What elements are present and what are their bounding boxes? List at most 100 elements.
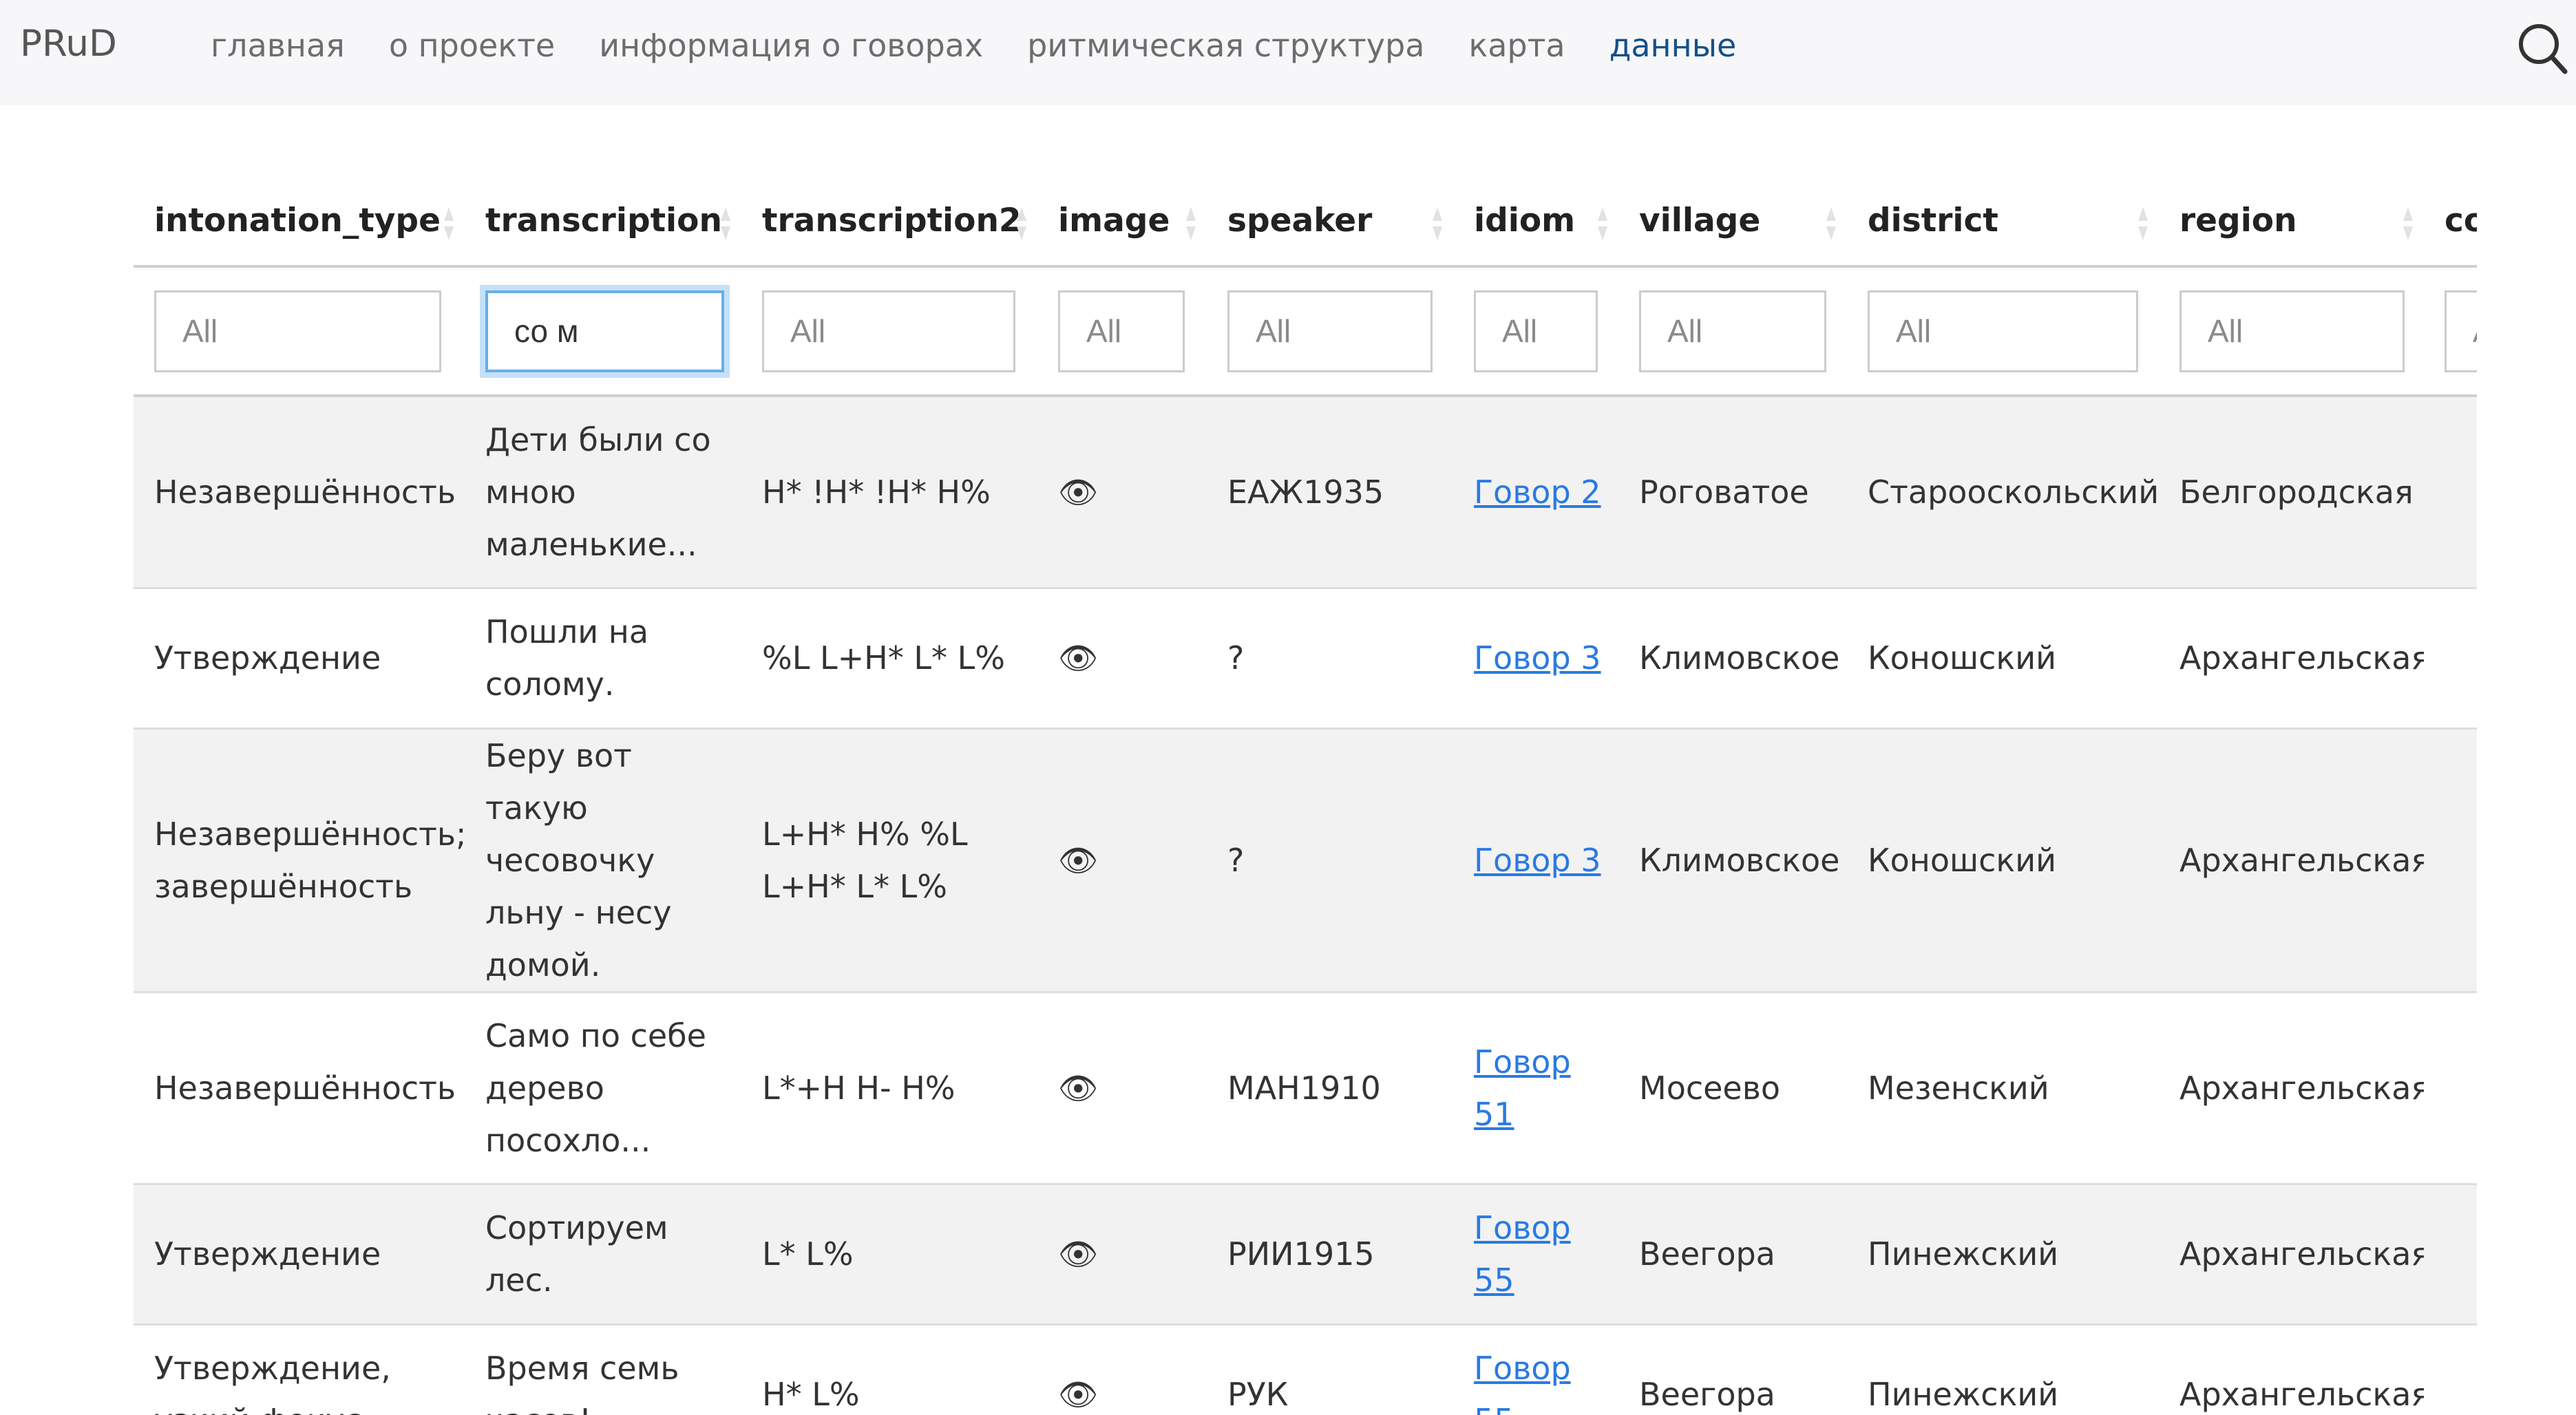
idiom-link[interactable]: Говор 3 — [1474, 639, 1601, 677]
filter-input-intonation-type[interactable] — [154, 290, 441, 372]
idiom-link[interactable]: Говор 51 — [1474, 1043, 1571, 1133]
cell-intonation-type: Незавершённость — [134, 396, 465, 589]
nav-link-map[interactable]: карта — [1468, 21, 1565, 70]
cell-region: Белгородская — [2159, 396, 2424, 589]
column-header-village[interactable]: village — [1618, 175, 1847, 268]
table-row: Утверждение Сортируем лес. L* L% 👁 РИИ19… — [134, 1184, 2477, 1326]
filter-row — [134, 266, 2477, 397]
cell-speaker: ЕАЖ1935 — [1207, 396, 1453, 589]
filter-input-co[interactable] — [2445, 290, 2477, 372]
column-header-image[interactable]: image — [1037, 175, 1207, 268]
column-header-region[interactable]: region — [2159, 175, 2424, 268]
eye-icon[interactable]: 👁 — [1058, 1376, 1098, 1413]
cell-image: 👁 — [1037, 1324, 1207, 1415]
cell-transcription: Пошли на солому. — [465, 588, 741, 730]
filter-input-district[interactable] — [1868, 290, 2138, 372]
cell-district: Пинежский — [1847, 1184, 2159, 1326]
filter-input-speaker[interactable] — [1227, 290, 1433, 372]
filter-cell — [134, 266, 465, 397]
column-title: region — [2179, 201, 2297, 240]
eye-icon[interactable]: 👁 — [1058, 474, 1098, 511]
filter-cell — [1037, 266, 1207, 397]
column-header-transcription[interactable]: transcription — [465, 175, 741, 268]
eye-icon[interactable]: 👁 — [1058, 842, 1098, 879]
column-header-district[interactable]: district — [1847, 175, 2159, 268]
nav-link-about[interactable]: о проекте — [389, 21, 555, 70]
cell-speaker: ? — [1207, 728, 1453, 993]
sort-icon — [2138, 207, 2148, 240]
cell-transcription2: H* L% — [741, 1324, 1037, 1415]
column-header-intonation-type[interactable]: intonation_type — [134, 175, 465, 268]
cell-district: Коношский — [1847, 588, 2159, 730]
column-title: co — [2445, 201, 2477, 240]
cell-intonation-type: Утверждение, узкий фокус — [134, 1324, 465, 1415]
idiom-link[interactable]: Говор 55 — [1474, 1209, 1571, 1299]
cell-intonation-type: Незавершённость — [134, 992, 465, 1185]
column-title: intonation_type — [154, 201, 441, 240]
eye-icon[interactable]: 👁 — [1058, 1070, 1098, 1107]
cell-image: 👁 — [1037, 992, 1207, 1185]
cell-transcription: Само по себе дерево посохло... — [465, 992, 741, 1185]
cell-co — [2424, 728, 2477, 993]
header-row: intonation_type transcription transcript… — [134, 175, 2477, 268]
idiom-link[interactable]: Говор 3 — [1474, 842, 1601, 879]
filter-input-image[interactable] — [1058, 290, 1185, 372]
navbar: PRuD главная о проекте информация о гово… — [0, 0, 2576, 105]
column-header-idiom[interactable]: idiom — [1453, 175, 1618, 268]
search-icon — [2519, 24, 2568, 74]
cell-region: Архангельская — [2159, 1184, 2424, 1326]
cell-transcription2: L* L% — [741, 1184, 1037, 1326]
cell-region: Архангельская — [2159, 992, 2424, 1185]
filter-input-idiom[interactable] — [1474, 290, 1598, 372]
column-title: transcription — [485, 201, 722, 240]
column-title: idiom — [1474, 201, 1576, 240]
cell-transcription: Сортируем лес. — [465, 1184, 741, 1326]
nav-link-home[interactable]: главная — [211, 21, 345, 70]
idiom-link[interactable]: Говор 2 — [1474, 474, 1601, 511]
column-header-co[interactable]: co — [2424, 175, 2477, 268]
filter-input-transcription[interactable] — [485, 290, 724, 372]
cell-transcription2: H* !H* !H* H% — [741, 396, 1037, 589]
column-header-speaker[interactable]: speaker — [1207, 175, 1453, 268]
data-table: intonation_type transcription transcript… — [134, 175, 2477, 1415]
search-button[interactable] — [2515, 17, 2570, 78]
column-title: transcription2 — [762, 201, 1022, 240]
cell-speaker: РУК — [1207, 1324, 1453, 1415]
cell-co — [2424, 1184, 2477, 1326]
cell-transcription2: L+H* H% %L L+H* L* L% — [741, 728, 1037, 993]
sort-icon — [1826, 207, 1836, 240]
table-row: Утверждение Пошли на солому. %L L+H* L* … — [134, 588, 2477, 730]
nav-link-dialects[interactable]: информация о говорах — [599, 21, 983, 70]
cell-image: 👁 — [1037, 728, 1207, 993]
column-header-transcription2[interactable]: transcription2 — [741, 175, 1037, 268]
nav-link-rhythm[interactable]: ритмическая структура — [1027, 21, 1424, 70]
cell-image: 👁 — [1037, 1184, 1207, 1326]
cell-intonation-type: Утверждение — [134, 1184, 465, 1326]
brand-logo[interactable]: PRuD — [20, 19, 117, 69]
filter-cell — [1847, 266, 2159, 397]
cell-village: Климовское — [1618, 588, 1847, 730]
sort-icon — [721, 207, 730, 240]
cell-district: Мезенский — [1847, 992, 2159, 1185]
eye-icon[interactable]: 👁 — [1058, 1235, 1098, 1273]
filter-input-transcription2[interactable] — [762, 290, 1015, 372]
sort-icon — [1598, 207, 1607, 240]
nav-link-data[interactable]: данные — [1609, 21, 1737, 70]
filter-input-region[interactable] — [2179, 290, 2405, 372]
cell-idiom: Говор 51 — [1453, 992, 1618, 1185]
cell-speaker: ? — [1207, 588, 1453, 730]
cell-district: Пинежский — [1847, 1324, 2159, 1415]
eye-icon[interactable]: 👁 — [1058, 639, 1098, 677]
cell-idiom: Говор 3 — [1453, 588, 1618, 730]
filter-input-village[interactable] — [1639, 290, 1826, 372]
cell-district: Коношский — [1847, 728, 2159, 993]
cell-district: Старооскольский — [1847, 396, 2159, 589]
sort-icon — [2403, 207, 2413, 240]
cell-village: Мосеево — [1618, 992, 1847, 1185]
cell-region: Архангельская — [2159, 588, 2424, 730]
filter-cell — [465, 266, 741, 397]
column-title: village — [1639, 201, 1761, 240]
table-row: Незавершённость Дети были со мною малень… — [134, 396, 2477, 589]
idiom-link[interactable]: Говор 55 — [1474, 1350, 1571, 1415]
cell-transcription: Время семь часов! — [465, 1324, 741, 1415]
